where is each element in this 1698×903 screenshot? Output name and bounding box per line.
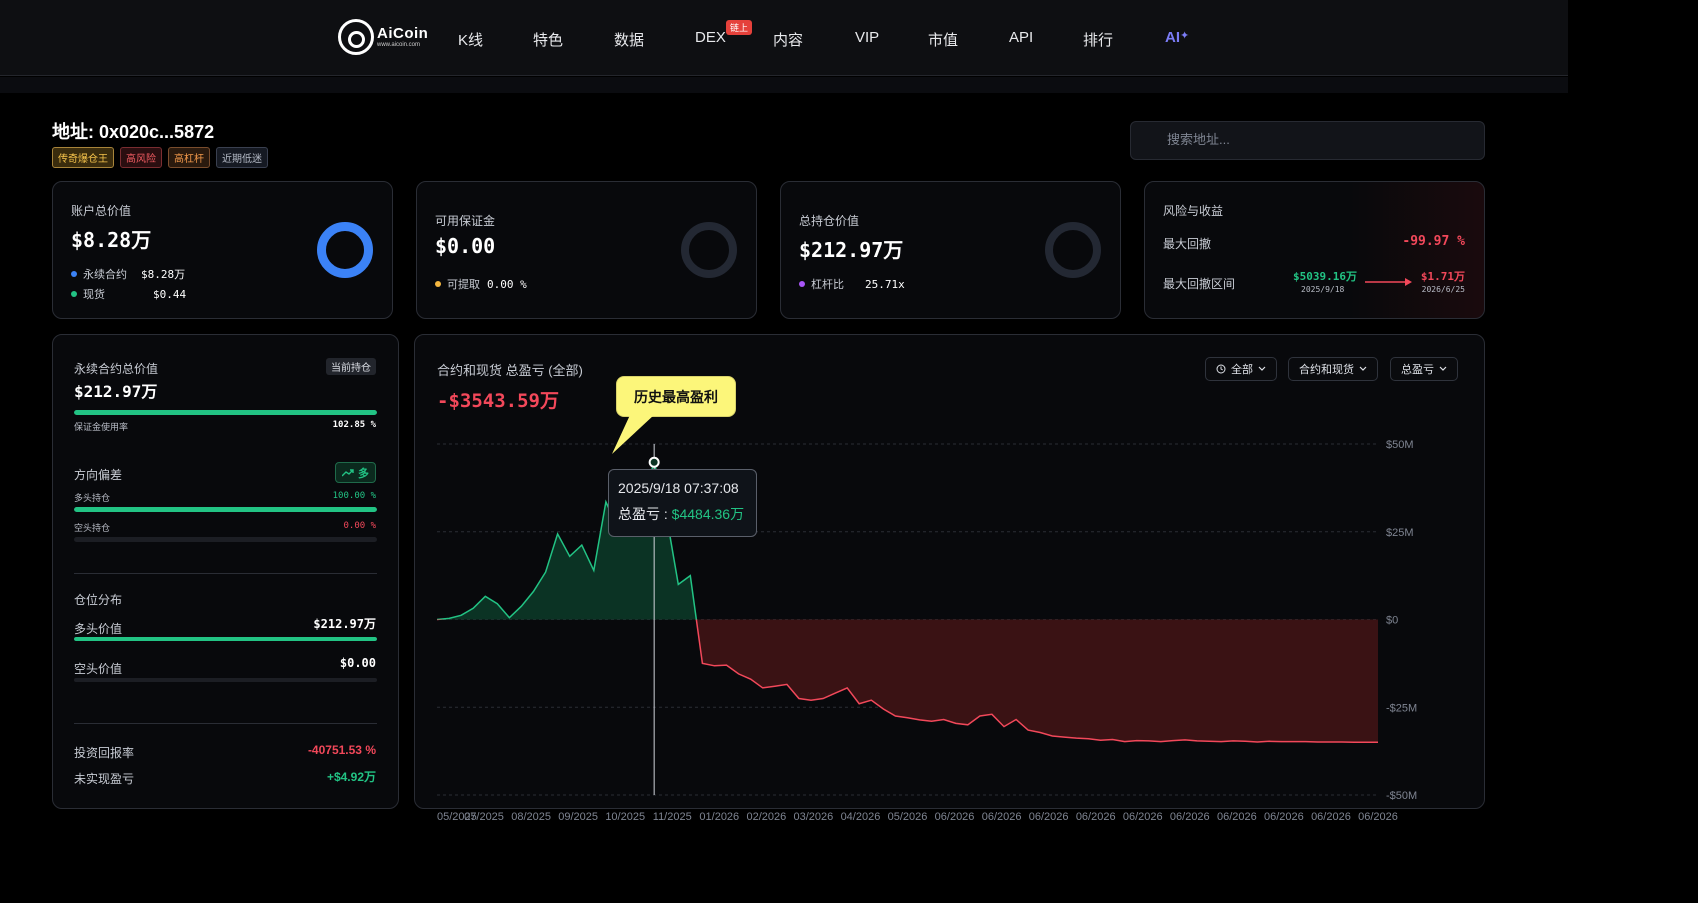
y-tick-label: $50M xyxy=(1386,439,1414,451)
x-tick-label: 06/2026 xyxy=(1217,811,1257,823)
peak-profit-callout: 历史最高盈利 xyxy=(616,376,736,417)
x-tick-label: 02/2026 xyxy=(746,811,786,823)
chart-tooltip: 2025/9/18 07:37:08 总盈亏 : $4484.36万 xyxy=(608,469,757,537)
x-tick-label: 07/2025 xyxy=(464,811,504,823)
tooltip-label: 总盈亏 : xyxy=(618,506,672,522)
x-tick-label: 06/2026 xyxy=(1123,811,1163,823)
tooltip-value: $4484.36万 xyxy=(671,506,745,522)
x-tick-label: 06/2026 xyxy=(1029,811,1069,823)
x-tick-label: 06/2026 xyxy=(1170,811,1210,823)
y-tick-label: -$50M xyxy=(1386,790,1417,802)
x-tick-label: 05/2026 xyxy=(888,811,928,823)
x-tick-label: 03/2026 xyxy=(794,811,834,823)
x-tick-label: 06/2026 xyxy=(935,811,975,823)
y-tick-label: -$25M xyxy=(1386,702,1417,714)
x-tick-label: 10/2025 xyxy=(605,811,645,823)
x-tick-label: 01/2026 xyxy=(699,811,739,823)
x-tick-label: 06/2026 xyxy=(982,811,1022,823)
x-tick-label: 06/2026 xyxy=(1311,811,1351,823)
y-tick-label: $0 xyxy=(1386,615,1398,627)
y-tick-label: $25M xyxy=(1386,527,1414,539)
x-tick-label: 11/2025 xyxy=(653,811,692,823)
pnl-area-chart[interactable]: $50M$25M$0-$25M-$50M05/202507/2025 08/202… xyxy=(0,0,1568,834)
x-tick-label: 08/2025 xyxy=(511,811,551,823)
tooltip-time: 2025/9/18 07:37:08 xyxy=(618,480,739,496)
x-tick-label: 04/2026 xyxy=(841,811,881,823)
x-tick-label: 06/2026 xyxy=(1076,811,1116,823)
x-tick-label: 09/2025 xyxy=(558,811,598,823)
callout-pointer xyxy=(612,415,654,454)
x-tick-label: 06/2026 xyxy=(1358,811,1398,823)
peak-point xyxy=(648,456,660,468)
x-tick-label: 06/2026 xyxy=(1264,811,1304,823)
